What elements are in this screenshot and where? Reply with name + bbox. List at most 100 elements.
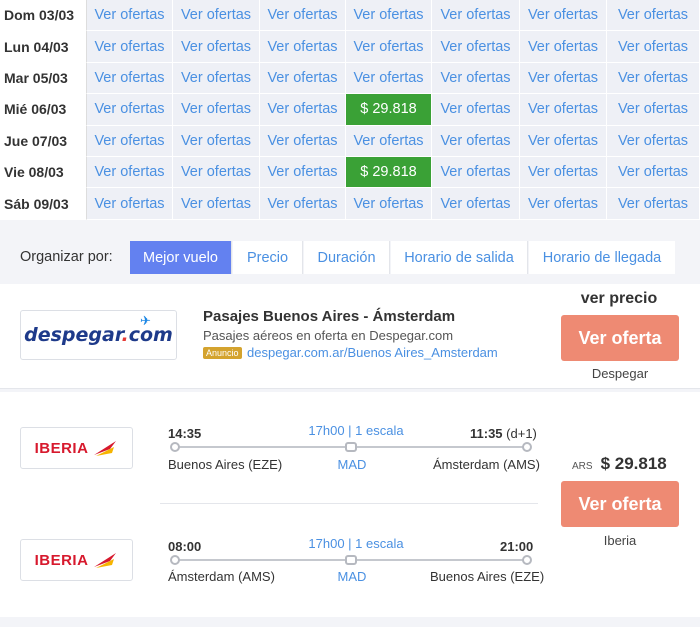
date-grid-offer-link[interactable]: Ver ofertas <box>432 157 520 189</box>
date-grid-offer-link[interactable]: Ver ofertas <box>607 188 700 220</box>
sort-tab-label: Duración <box>317 249 376 266</box>
sort-tab-price[interactable]: Precio <box>233 241 303 274</box>
date-grid-offer-link[interactable]: Ver ofertas <box>607 157 700 189</box>
date-grid-row: Vie 08/03 Ver ofertas Ver ofertas Ver ofert… <box>0 157 700 189</box>
date-grid-offer-link[interactable]: Ver ofertas <box>607 0 700 32</box>
date-grid-offer-link[interactable]: Ver ofertas <box>432 31 520 63</box>
inbound-arrive-time: 21:00 <box>500 539 534 554</box>
sort-tab-best-flight[interactable]: Mejor vuelo <box>130 241 232 274</box>
date-grid-offer-link[interactable]: Ver ofertas <box>432 62 520 95</box>
flight-provider: Iberia <box>603 533 637 548</box>
date-grid-offer-link[interactable]: Ver ofertas <box>87 94 173 126</box>
ad-link[interactable]: despegar.com.ar/Buenos Aires_Amsterdam <box>247 345 498 360</box>
despegar-logo-text: despegar <box>24 324 122 346</box>
date-grid-offer-link[interactable]: Ver ofertas <box>346 188 432 220</box>
inbound-duration: 17h00 | 1 escala <box>308 536 404 551</box>
arrive-time-value: 11:35 <box>470 426 503 441</box>
date-grid-offer-link[interactable]: Ver ofertas <box>260 94 346 126</box>
date-grid-offer-link[interactable]: Ver ofertas <box>173 0 260 32</box>
date-grid-offer-link[interactable]: Ver ofertas <box>520 31 607 63</box>
ad-title[interactable]: Pasajes Buenos Aires - Ámsterdam <box>203 308 455 325</box>
leg-divider <box>160 503 538 504</box>
date-grid-offer-link[interactable]: Ver ofertas <box>260 31 346 63</box>
sort-tab-label: Horario de salida <box>404 249 514 266</box>
sort-tab-label: Horario de llegada <box>542 249 662 266</box>
date-grid-offer-link[interactable]: Ver ofertas <box>260 62 346 95</box>
outbound-origin: Buenos Aires (EZE) <box>168 457 283 472</box>
date-grid-offer-link[interactable]: Ver ofertas <box>607 94 700 126</box>
date-grid-offer-link[interactable]: Ver ofertas <box>173 125 260 157</box>
date-grid-offer-link[interactable]: Ver ofertas <box>260 125 346 157</box>
see-price-label: ver precio <box>580 290 658 307</box>
date-grid-offer-link[interactable]: Ver ofertas <box>173 94 260 126</box>
ad-card: despegar.com ✈ Pasajes Buenos Aires - Ám… <box>0 284 700 389</box>
date-grid-offer-link[interactable]: Ver ofertas <box>87 62 173 95</box>
ad-provider: Despegar <box>591 366 649 381</box>
price-currency: ARS <box>572 461 593 472</box>
date-grid-offer-link[interactable]: Ver ofertas <box>87 188 173 220</box>
outbound-stop: MAD <box>337 457 367 472</box>
price-value: $ 29.818 <box>600 454 667 473</box>
date-grid-offer-link[interactable]: Ver ofertas <box>520 0 607 32</box>
date-grid-offer-link[interactable]: Ver ofertas <box>260 0 346 32</box>
ad-view-offer-button[interactable]: Ver oferta <box>561 315 679 361</box>
date-grid-offer-link[interactable]: Ver ofertas <box>173 31 260 63</box>
inbound-depart-time: 08:00 <box>168 539 202 554</box>
date-grid-offer-link[interactable]: Ver ofertas <box>346 62 432 95</box>
date-row-label: Vie 08/03 <box>0 157 87 189</box>
date-grid-offer-link[interactable]: Ver ofertas <box>346 31 432 63</box>
ad-subtitle: Pasajes aéreos en oferta en Despegar.com <box>203 328 454 343</box>
inbound-destination: Buenos Aires (EZE) <box>430 569 545 584</box>
date-grid-offer-link[interactable]: Ver ofertas <box>607 125 700 157</box>
date-grid-price-cell[interactable]: $ 29.818 <box>346 157 432 189</box>
date-price-grid: Dom 03/03 Ver ofertas Ver ofertas Ver ofert… <box>0 0 700 220</box>
inbound-stop-dot <box>345 555 357 565</box>
despegar-logo-dot: . <box>121 324 129 346</box>
flight-result-card[interactable]: IBERIA 14:35 17h00 | 1 escala 11:35 (d+1… <box>0 392 700 617</box>
iberia-wordmark: IBERIA <box>35 551 119 569</box>
date-grid-offer-link[interactable]: Ver ofertas <box>346 125 432 157</box>
date-row-label: Dom 03/03 <box>0 0 87 32</box>
date-grid-row: Lun 04/03 Ver ofertas Ver ofertas Ver ofert… <box>0 31 700 63</box>
iberia-swoosh-icon <box>94 441 117 456</box>
date-grid-offer-link[interactable]: Ver ofertas <box>607 31 700 63</box>
date-grid-offer-link[interactable]: Ver ofertas <box>173 62 260 95</box>
date-grid-row: Sáb 09/03 Ver ofertas Ver ofertas Ver ofert… <box>0 188 700 220</box>
date-grid-offer-link[interactable]: Ver ofertas <box>520 188 607 220</box>
sort-tab-duration[interactable]: Duración <box>304 241 390 274</box>
despegar-wordmark: despegar.com ✈ <box>24 314 173 346</box>
date-grid-offer-link[interactable]: Ver ofertas <box>87 157 173 189</box>
date-grid-offer-link[interactable]: Ver ofertas <box>260 157 346 189</box>
outbound-arrive-time: 11:35 (d+1) <box>470 426 537 441</box>
date-grid-price-cell[interactable]: $ 29.818 <box>346 94 432 126</box>
sort-tab-departure-time[interactable]: Horario de salida <box>391 241 528 274</box>
date-grid-offer-link[interactable]: Ver ofertas <box>346 0 432 32</box>
date-grid-offer-link[interactable]: Ver ofertas <box>260 188 346 220</box>
iberia-logo: IBERIA <box>20 539 133 581</box>
date-grid-row: Dom 03/03 Ver ofertas Ver ofertas Ver ofert… <box>0 0 700 32</box>
date-grid-offer-link[interactable]: Ver ofertas <box>87 0 173 32</box>
outbound-dest-dot <box>522 442 532 452</box>
arrive-day-offset: (d+1) <box>506 426 537 441</box>
sort-tab-arrival-time[interactable]: Horario de llegada <box>529 241 675 274</box>
inbound-origin-dot <box>170 555 180 565</box>
date-grid-offer-link[interactable]: Ver ofertas <box>432 125 520 157</box>
date-grid-offer-link[interactable]: Ver ofertas <box>173 157 260 189</box>
date-grid-offer-link[interactable]: Ver ofertas <box>173 188 260 220</box>
date-grid-offer-link[interactable]: Ver ofertas <box>520 94 607 126</box>
date-grid-offer-link[interactable]: Ver ofertas <box>520 62 607 95</box>
date-grid-offer-link[interactable]: Ver ofertas <box>607 62 700 95</box>
date-grid-offer-link[interactable]: Ver ofertas <box>520 157 607 189</box>
sort-tab-label: Mejor vuelo <box>143 249 218 266</box>
date-grid-offer-link[interactable]: Ver ofertas <box>87 31 173 63</box>
inbound-origin: Ámsterdam (AMS) <box>168 569 275 584</box>
date-grid-offer-link[interactable]: Ver ofertas <box>432 188 520 220</box>
date-grid-offer-link[interactable]: Ver ofertas <box>87 125 173 157</box>
sort-label: Organizar por: <box>20 249 113 265</box>
date-grid-offer-link[interactable]: Ver ofertas <box>432 0 520 32</box>
despegar-logo[interactable]: despegar.com ✈ <box>20 310 177 360</box>
date-grid-offer-link[interactable]: Ver ofertas <box>520 125 607 157</box>
date-grid-offer-link[interactable]: Ver ofertas <box>432 94 520 126</box>
iberia-swoosh-icon <box>94 553 117 568</box>
flight-view-offer-button[interactable]: Ver oferta <box>561 481 679 527</box>
